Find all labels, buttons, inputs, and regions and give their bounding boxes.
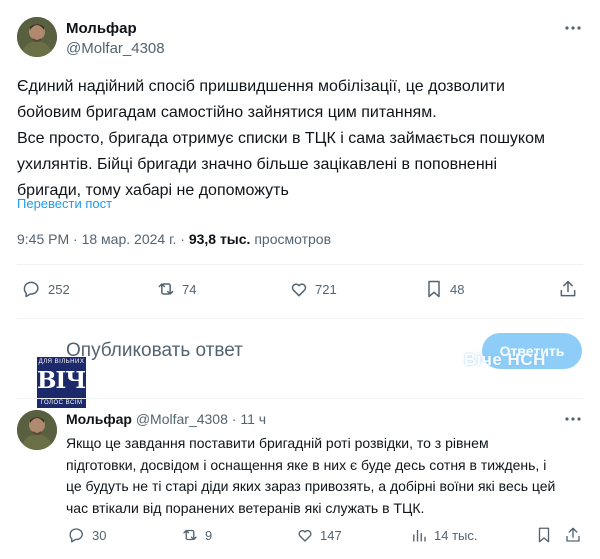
logo-main-text: ВІЧЕ xyxy=(37,367,103,394)
reply-button[interactable]: 30 xyxy=(68,526,106,544)
divider xyxy=(17,318,583,319)
meta-separator: · xyxy=(73,231,78,247)
bookmark-button[interactable] xyxy=(535,526,553,544)
share-icon xyxy=(566,527,580,542)
reply-author-name[interactable]: Мольфар xyxy=(66,411,132,427)
bookmark-button[interactable]: 48 xyxy=(424,279,464,299)
share-button[interactable] xyxy=(564,526,582,544)
author-handle[interactable]: @Molfar_4308 xyxy=(66,40,165,57)
bookmark-count: 48 xyxy=(450,281,465,297)
reply-count: 252 xyxy=(48,281,70,297)
repost-count: 74 xyxy=(182,281,197,297)
bookmark-icon xyxy=(538,527,550,543)
views-label: просмотров xyxy=(254,231,332,247)
share-button[interactable] xyxy=(558,279,578,299)
like-button[interactable]: 721 xyxy=(289,279,337,299)
share-icon xyxy=(560,280,576,297)
more-icon[interactable] xyxy=(563,20,583,36)
divider xyxy=(17,398,583,399)
views-icon xyxy=(413,529,426,542)
like-icon xyxy=(298,529,312,542)
like-button[interactable]: 147 xyxy=(296,526,342,544)
reply-text-line: Якщо це завдання поставити бригадній рот… xyxy=(66,435,489,451)
more-icon[interactable] xyxy=(563,411,583,427)
reply-header: Мольфар @Molfar_4308 · 11 ч xyxy=(66,411,266,427)
reply-input[interactable]: Опубликовать ответ xyxy=(66,340,243,362)
repost-button[interactable]: 9 xyxy=(181,526,212,544)
tweet-text-line: бойовим бригадам самостійно зайнятися ци… xyxy=(17,104,437,121)
meta-separator: · xyxy=(180,231,185,247)
logo-top-text: ДЛЯ ВІЛЬНИХ xyxy=(38,359,85,365)
reply-icon xyxy=(23,281,39,298)
author-name[interactable]: Мольфар xyxy=(66,20,137,37)
reply-text-line: підготовки, досвідом і оснащення яке в н… xyxy=(66,456,547,473)
tweet-text-line: ухилянтів. Бійці бригади значно більше з… xyxy=(17,156,498,173)
avatar[interactable] xyxy=(17,17,57,57)
like-icon xyxy=(291,283,307,297)
bookmark-icon xyxy=(428,280,440,298)
repost-icon xyxy=(183,529,197,541)
like-count: 721 xyxy=(315,281,337,297)
tweet-date[interactable]: 18 мар. 2024 г. xyxy=(82,231,177,247)
reply-icon xyxy=(69,528,83,543)
repost-icon xyxy=(158,283,174,295)
tweet-text: Єдиний надійний спосіб пришвидшення мобі… xyxy=(17,74,587,204)
avatar-photo-icon xyxy=(17,410,57,450)
channel-logo: ДЛЯ ВІЛЬНИХ ВІЧЕ ГОЛОС ВСІМ xyxy=(37,357,103,408)
tweet-meta: 9:45 PM · 18 мар. 2024 г. · 93,8 тыс. пр… xyxy=(17,231,331,247)
views-button[interactable]: 14 тыс. xyxy=(410,526,477,544)
reply-text-line: це будуть не ті старі діди яких зараз пр… xyxy=(66,478,556,494)
repost-button[interactable]: 74 xyxy=(156,279,196,299)
logo-bottom-text: ГОЛОС ВСІМ xyxy=(40,400,83,406)
reply-text: Якщо це завдання поставити бригадній рот… xyxy=(66,433,586,519)
translate-link[interactable]: Перевести пост xyxy=(17,196,112,211)
reply-author-handle[interactable]: @Molfar_4308 xyxy=(136,411,228,427)
avatar-photo-icon xyxy=(17,17,57,57)
meta-separator: · xyxy=(231,411,237,427)
reply-count: 30 xyxy=(92,527,107,543)
reply-text-line: час втікали від поранених ветеранів які … xyxy=(66,499,425,516)
tweet-text-line: Все просто, бригада отримує списки в ТЦК… xyxy=(17,130,546,147)
avatar[interactable] xyxy=(17,410,57,450)
watermark-text: Віче НСН xyxy=(464,350,546,369)
views-count: 14 тыс. xyxy=(434,527,478,543)
divider xyxy=(17,264,583,265)
tweet-text-line: Єдиний надійний спосіб пришвидшення мобі… xyxy=(17,78,505,95)
reply-time[interactable]: 11 ч xyxy=(240,411,266,427)
repost-count: 9 xyxy=(205,527,213,543)
like-count: 147 xyxy=(320,527,342,543)
views-count: 93,8 тыс. xyxy=(188,231,251,247)
tweet-time[interactable]: 9:45 PM xyxy=(17,231,69,247)
reply-button[interactable]: 252 xyxy=(22,279,70,299)
